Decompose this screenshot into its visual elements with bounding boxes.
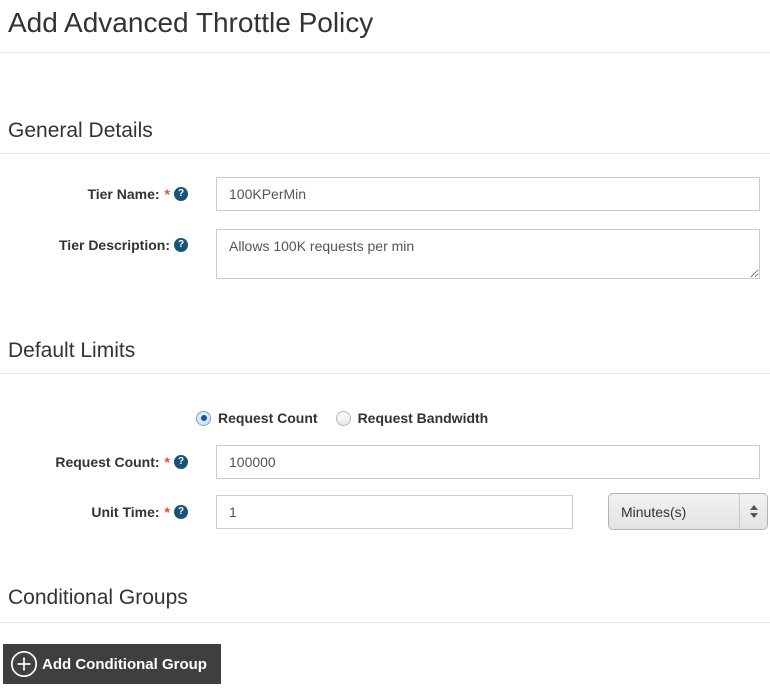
unit-time-select[interactable]: Minutes(s) <box>608 493 768 530</box>
radio-unselected-icon[interactable] <box>335 410 351 426</box>
tier-description-textarea[interactable]: Allows 100K requests per min <box>216 229 760 279</box>
add-advanced-throttle-policy-page: Add Advanced Throttle Policy General Det… <box>0 0 770 684</box>
radio-option-request-bandwidth[interactable]: Request Bandwidth <box>335 410 489 426</box>
tier-name-input[interactable] <box>216 177 760 211</box>
help-icon[interactable]: ? <box>174 187 188 201</box>
required-marker: * <box>164 186 170 202</box>
help-icon[interactable]: ? <box>174 455 188 469</box>
unit-time-label-cell: Unit Time: * ? <box>8 504 188 520</box>
divider <box>0 153 770 154</box>
required-marker: * <box>164 454 170 470</box>
page-title: Add Advanced Throttle Policy <box>8 7 374 38</box>
add-conditional-group-button[interactable]: Add Conditional Group <box>3 644 221 684</box>
unit-time-select-value: Minutes(s) <box>621 503 687 520</box>
radio-option-request-count[interactable]: Request Count <box>196 410 318 426</box>
limit-type-radio-group: Request Count Request Bandwidth <box>196 410 760 426</box>
add-conditional-group-label: Add Conditional Group <box>42 655 207 673</box>
unit-time-label: Unit Time: <box>91 503 160 520</box>
default-limits-heading: Default Limits <box>8 339 136 362</box>
request-count-label-cell: Request Count: * ? <box>8 454 188 470</box>
request-count-input[interactable] <box>216 445 760 479</box>
tier-name-label-cell: Tier Name: * ? <box>8 186 188 202</box>
required-marker: * <box>164 503 170 520</box>
radio-label-request-bandwidth: Request Bandwidth <box>357 410 489 426</box>
request-count-row: Request Count: * ? <box>8 445 760 479</box>
tier-description-label-cell: Tier Description: ? <box>8 229 188 253</box>
unit-time-input-cell: Minutes(s) <box>216 493 768 530</box>
arrow-up-icon <box>749 505 758 510</box>
radio-selected-icon[interactable] <box>196 410 211 426</box>
unit-time-row: Unit Time: * ? Minutes(s) <box>8 493 768 530</box>
request-count-input-cell <box>216 445 760 479</box>
tier-description-label: Tier Description: <box>59 237 170 253</box>
tier-description-input-cell: Allows 100K requests per min <box>216 229 760 279</box>
radio-dot <box>200 415 207 421</box>
divider <box>0 373 770 374</box>
divider <box>0 52 770 53</box>
tier-name-label: Tier Name: <box>87 186 160 202</box>
radio-label-request-count: Request Count <box>218 410 318 426</box>
select-stepper-arrows-icon <box>739 494 767 529</box>
unit-time-input[interactable] <box>216 494 573 529</box>
tier-name-input-cell <box>216 177 760 211</box>
general-details-heading: General Details <box>8 119 153 142</box>
plus-circle-icon <box>10 650 38 678</box>
divider <box>0 622 770 623</box>
tier-description-row: Tier Description: ? Allows 100K requests… <box>8 229 760 279</box>
request-count-label: Request Count: <box>55 454 160 470</box>
arrow-down-icon <box>749 513 758 518</box>
tier-name-row: Tier Name: * ? <box>8 177 760 211</box>
conditional-groups-heading: Conditional Groups <box>8 586 188 609</box>
help-icon[interactable]: ? <box>174 504 188 519</box>
help-icon[interactable]: ? <box>174 238 188 252</box>
